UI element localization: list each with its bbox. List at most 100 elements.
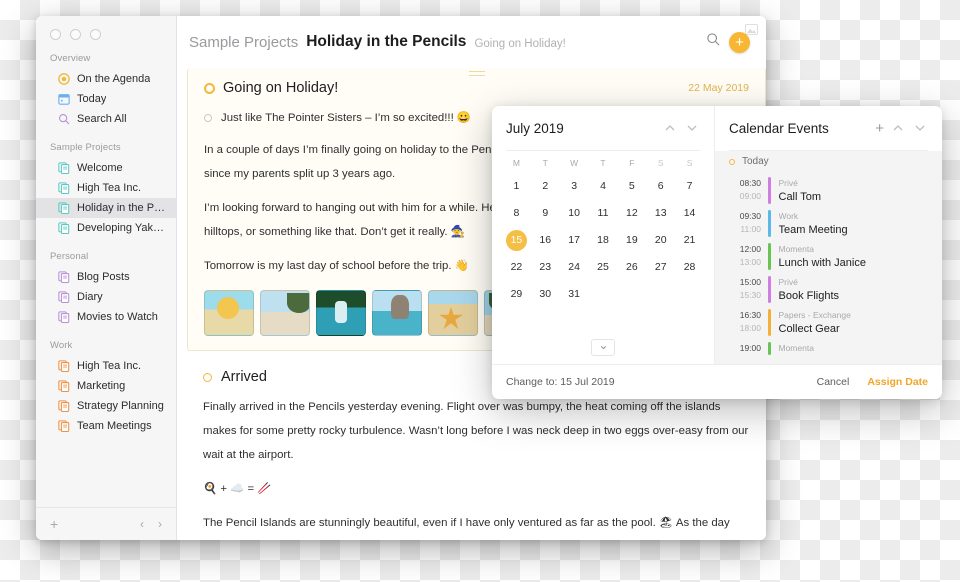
calendar-day[interactable]: 26 xyxy=(617,256,646,278)
calendar-day[interactable]: 25 xyxy=(589,256,618,278)
calendar-icon xyxy=(58,93,70,105)
calendar-day[interactable]: 21 xyxy=(675,229,704,251)
sidebar-item-high-tea-inc[interactable]: High Tea Inc. xyxy=(36,356,176,376)
event-item[interactable]: 08:30 09:00 Privé Call Tom xyxy=(715,175,942,208)
calendar-day-number: 18 xyxy=(597,234,609,246)
nav-back-button[interactable]: ‹ xyxy=(140,517,144,531)
note-date: 22 May 2019 xyxy=(688,82,749,94)
calendar-expand-button[interactable] xyxy=(591,339,615,356)
calendar-day[interactable]: 16 xyxy=(531,229,560,251)
assign-date-button[interactable]: Assign Date xyxy=(867,376,928,388)
cancel-button[interactable]: Cancel xyxy=(817,376,850,388)
calendar-day-number: 17 xyxy=(568,234,580,246)
calendar-day[interactable]: 30 xyxy=(531,283,560,305)
chevron-up-icon[interactable] xyxy=(662,120,678,136)
section-status-icon[interactable] xyxy=(203,372,212,382)
calendar-day[interactable]: 23 xyxy=(531,256,560,278)
sidebar-item-holiday-in-the-pe[interactable]: Holiday in the Pe… xyxy=(36,198,176,218)
calendar-day[interactable]: 5 xyxy=(617,175,646,197)
event-item[interactable]: 12:00 13:00 Momenta Lunch with Janice xyxy=(715,241,942,274)
calendar-day-number: 7 xyxy=(686,180,693,192)
item-status-icon[interactable] xyxy=(204,114,212,122)
calendar-day[interactable]: 24 xyxy=(560,256,589,278)
calendar-day[interactable]: 22 xyxy=(502,256,531,278)
project-icon xyxy=(58,271,70,284)
calendar-pane: July 2019 MTWTFSS 1 2 3 4 5 6 7 8 9 10 11 12 13 14 15 1… xyxy=(492,106,715,364)
calendar-day[interactable]: 14 xyxy=(675,202,704,224)
sidebar-item-diary[interactable]: Diary xyxy=(36,287,176,307)
sidebar-item-on-the-agenda[interactable]: On the Agenda xyxy=(36,69,176,89)
search-icon[interactable] xyxy=(706,32,721,52)
calendar-day[interactable]: 10 xyxy=(560,202,589,224)
calendar-day[interactable]: 6 xyxy=(646,175,675,197)
sidebar-item-high-tea-inc[interactable]: High Tea Inc. xyxy=(36,178,176,198)
sidebar-item-search-all[interactable]: Search All xyxy=(36,109,176,129)
calendar-day[interactable]: 13 xyxy=(646,202,675,224)
calendar-day[interactable]: 19 xyxy=(617,229,646,251)
sidebar-item-marketing[interactable]: Marketing xyxy=(36,376,176,396)
calendar-day[interactable]: 1 xyxy=(502,175,531,197)
calendar-day[interactable]: 17 xyxy=(560,229,589,251)
photo-thumbnail[interactable] xyxy=(204,290,254,336)
sidebar-item-blog-posts[interactable]: Blog Posts xyxy=(36,267,176,287)
photo-thumbnail[interactable] xyxy=(372,290,422,336)
event-end-time: 13:00 xyxy=(739,257,761,267)
calendar-day[interactable]: 11 xyxy=(589,202,618,224)
event-title: Book Flights xyxy=(778,290,840,302)
breadcrumb[interactable]: Sample Projects xyxy=(189,34,298,51)
calendar-day[interactable]: 15 xyxy=(502,229,531,251)
calendar-day[interactable]: 27 xyxy=(646,256,675,278)
calendar-day[interactable]: 29 xyxy=(502,283,531,305)
calendar-day-number: 20 xyxy=(654,234,667,246)
note-status-icon[interactable] xyxy=(204,82,215,94)
calendar-day[interactable]: 2 xyxy=(531,175,560,197)
calendar-day[interactable]: 4 xyxy=(589,175,618,197)
chevron-down-icon[interactable] xyxy=(912,120,928,136)
calendar-day[interactable]: 8 xyxy=(502,202,531,224)
plus-icon[interactable]: + xyxy=(875,121,884,136)
sidebar-item-team-meetings[interactable]: Team Meetings xyxy=(36,416,176,436)
project-icon xyxy=(58,222,70,235)
arrived-emoji-line: 🍳 + ☁️ = 🥢 xyxy=(203,483,272,495)
close-button[interactable] xyxy=(50,29,61,40)
toolbar: Sample Projects Holiday in the Pencils G… xyxy=(177,16,766,68)
sidebar-item-movies-to-watch[interactable]: Movies to Watch xyxy=(36,307,176,327)
photo-thumbnail[interactable] xyxy=(428,290,478,336)
calendar-day[interactable]: 31 xyxy=(560,283,589,305)
chevron-up-icon[interactable] xyxy=(890,120,906,136)
calendar-day-number: 19 xyxy=(626,234,638,246)
calendar-day[interactable]: 9 xyxy=(531,202,560,224)
calendar-day-number: 8 xyxy=(513,207,520,219)
calendar-day[interactable]: 3 xyxy=(560,175,589,197)
calendar-day[interactable]: 12 xyxy=(617,202,646,224)
event-times: 09:30 11:00 xyxy=(729,210,768,237)
event-item[interactable]: 19:00 Momenta xyxy=(715,340,942,359)
photo-thumbnail[interactable] xyxy=(316,290,366,336)
event-item[interactable]: 09:30 11:00 Work Team Meeting xyxy=(715,208,942,241)
calendar-day[interactable]: 20 xyxy=(646,229,675,251)
calendar-day[interactable]: 28 xyxy=(675,256,704,278)
drag-grip[interactable] xyxy=(468,71,485,76)
photo-thumbnail[interactable] xyxy=(260,290,310,336)
event-times: 08:30 09:00 xyxy=(729,177,768,204)
event-item[interactable]: 15:00 15:30 Privé Book Flights xyxy=(715,274,942,307)
events-list[interactable]: 08:30 09:00 Privé Call Tom 09:30 11:00 Work Tea… xyxy=(715,172,942,364)
sidebar-item-developing-yak-a[interactable]: Developing Yak A… xyxy=(36,218,176,238)
event-times: 16:30 18:00 xyxy=(729,309,768,336)
add-project-button[interactable]: + xyxy=(50,516,58,532)
event-item[interactable]: 16:30 18:00 Papers - Exchange Collect Gear xyxy=(715,307,942,340)
sidebar-item-today[interactable]: Today xyxy=(36,89,176,109)
sidebar-item-welcome[interactable]: Welcome xyxy=(36,158,176,178)
calendar-day[interactable]: 18 xyxy=(589,229,618,251)
page-title: Holiday in the Pencils xyxy=(306,33,467,50)
calendar-day-number: 2 xyxy=(542,180,549,192)
calendar-day-number: 9 xyxy=(542,207,549,219)
chevron-down-icon[interactable] xyxy=(684,120,700,136)
nav-forward-button[interactable]: › xyxy=(158,517,162,531)
zoom-button[interactable] xyxy=(90,29,101,40)
calendar-day-number: 30 xyxy=(539,288,552,300)
sidebar-item-strategy-planning[interactable]: Strategy Planning xyxy=(36,396,176,416)
minimize-button[interactable] xyxy=(70,29,81,40)
calendar-day[interactable]: 7 xyxy=(675,175,704,197)
event-start-time: 08:30 xyxy=(739,178,761,188)
